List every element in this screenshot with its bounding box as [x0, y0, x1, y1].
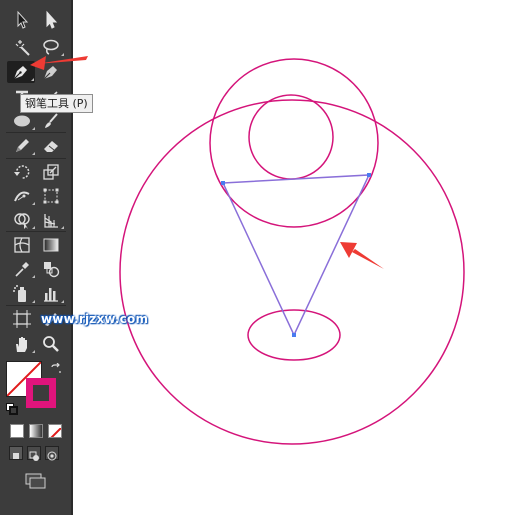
blend-icon: [44, 262, 60, 278]
ellipse-icon: [14, 115, 30, 127]
draw-normal-icon: [13, 453, 19, 459]
tools-separator: [6, 231, 66, 232]
tool-group-indicator: [32, 275, 35, 278]
symbol-sprayer-tool[interactable]: [8, 283, 36, 305]
tool-group-indicator: [32, 127, 35, 130]
draw-inside-icon: [47, 451, 57, 461]
paintbrush-tool[interactable]: [37, 110, 65, 132]
tools-separator: [6, 132, 66, 133]
swap-fill-stroke-icon[interactable]: [50, 360, 62, 373]
outer-circle[interactable]: [119, 99, 465, 445]
pen-path-triangle[interactable]: [221, 174, 371, 337]
site-watermark: www.rjzxw.com: [41, 312, 149, 326]
hand-icon: [16, 337, 27, 352]
draw-behind-button[interactable]: [27, 446, 41, 461]
anchor-point[interactable]: [367, 173, 371, 177]
free-transform-icon: [43, 188, 59, 204]
free-transform-tool[interactable]: [37, 185, 65, 207]
tools-panel: [0, 0, 73, 515]
eraser-icon: [44, 141, 58, 152]
tool-group-indicator: [32, 226, 35, 229]
screen-mode-icon: [25, 473, 46, 489]
zoom-tool[interactable]: [37, 333, 65, 355]
none-mode-button[interactable]: [48, 424, 62, 438]
mesh-tool[interactable]: [8, 234, 36, 256]
tools-separator: [6, 305, 66, 306]
lasso-icon: [43, 39, 59, 55]
tool-group-indicator: [32, 202, 35, 205]
tool-group-indicator: [32, 152, 35, 155]
tool-group-indicator: [31, 78, 34, 81]
direct-selection-tool[interactable]: [37, 9, 65, 31]
width-tool[interactable]: [8, 185, 36, 207]
pen-tool[interactable]: [7, 61, 35, 83]
shape-builder-icon: [14, 213, 30, 229]
rotate-icon: [14, 165, 30, 179]
gradient-tool[interactable]: [37, 234, 65, 256]
artwork: [119, 58, 465, 445]
inner-circle[interactable]: [248, 94, 334, 180]
width-icon: [14, 191, 30, 202]
magic-wand-tool[interactable]: [8, 36, 36, 58]
perspective-grid-icon: [44, 214, 58, 228]
hollow-arrow-icon: [46, 10, 58, 29]
artboard-canvas[interactable]: [73, 0, 515, 515]
pencil-icon: [16, 139, 29, 152]
screen-mode-button[interactable]: [24, 472, 48, 490]
draw-behind-icon: [29, 451, 39, 461]
tool-group-indicator: [61, 53, 64, 56]
hand-tool[interactable]: [8, 333, 36, 355]
draw-inside-button[interactable]: [45, 446, 59, 461]
ellipse-tool[interactable]: [8, 110, 36, 132]
mesh-icon: [14, 237, 30, 253]
tool-group-indicator: [32, 350, 35, 353]
gradient-mode-button[interactable]: [29, 424, 43, 438]
eraser-tool[interactable]: [37, 135, 65, 157]
artboard-icon: [13, 310, 31, 328]
artboard-tool[interactable]: [8, 308, 36, 330]
brush-icon: [45, 113, 58, 128]
tool-group-indicator: [32, 300, 35, 303]
selection-tool[interactable]: [8, 9, 36, 31]
none-icon: [50, 427, 61, 437]
pen-icon: [13, 66, 27, 80]
default-fill-stroke-icon[interactable]: [6, 403, 18, 415]
perspective-grid-tool[interactable]: [37, 209, 65, 231]
tool-group-indicator: [61, 300, 64, 303]
pencil-tool[interactable]: [8, 135, 36, 157]
anchor-point[interactable]: [292, 333, 296, 337]
gradient-icon: [43, 238, 59, 252]
color-mode-button[interactable]: [10, 424, 24, 438]
anchor-point[interactable]: [221, 181, 225, 185]
scale-tool[interactable]: [37, 161, 65, 183]
eyedropper-icon: [15, 262, 29, 277]
curvature-pen-icon: [43, 66, 57, 80]
blend-tool[interactable]: [37, 258, 65, 280]
curvature-tool[interactable]: [37, 61, 65, 83]
shape-builder-tool[interactable]: [8, 209, 36, 231]
column-graph-icon: [44, 288, 58, 302]
scale-icon: [43, 164, 59, 180]
upper-circle[interactable]: [209, 58, 379, 228]
eyedropper-tool[interactable]: [8, 258, 36, 280]
draw-normal-button[interactable]: [9, 446, 23, 460]
tools-separator: [6, 158, 66, 159]
rotate-tool[interactable]: [8, 161, 36, 183]
arrow-icon: [17, 10, 29, 29]
symbol-sprayer-icon: [13, 285, 26, 302]
column-graph-tool[interactable]: [37, 283, 65, 305]
tool-group-indicator: [61, 226, 64, 229]
magic-wand-icon: [15, 40, 30, 56]
zoom-icon: [43, 336, 59, 352]
lasso-tool[interactable]: [37, 36, 65, 58]
stroke-swatch[interactable]: [26, 378, 56, 408]
